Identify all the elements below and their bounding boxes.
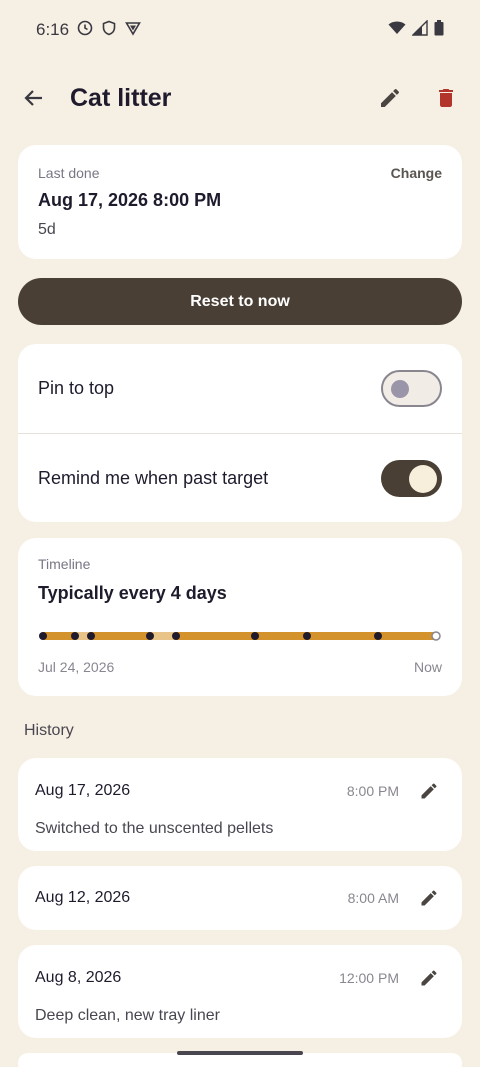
remind-row[interactable]: Remind me when past target xyxy=(18,434,462,523)
remind-switch[interactable] xyxy=(381,460,442,497)
app-bar: Cat litter xyxy=(0,68,480,128)
edit-entry-button[interactable] xyxy=(413,775,445,807)
pencil-icon xyxy=(421,783,437,799)
battery-icon xyxy=(434,19,444,41)
history-time: 12:00 PM xyxy=(339,970,399,986)
timeline-axis: Jul 24, 2026 Now xyxy=(38,659,442,675)
back-button[interactable] xyxy=(18,82,50,114)
timeline-track xyxy=(39,631,441,641)
pin-to-top-row[interactable]: Pin to top xyxy=(18,344,462,433)
wifi-icon xyxy=(388,20,406,41)
timeline-event-dot xyxy=(146,632,154,640)
timeline-event-dot xyxy=(303,632,311,640)
history-time: 8:00 AM xyxy=(347,890,399,906)
edit-entry-button[interactable] xyxy=(413,962,445,994)
shield-icon xyxy=(101,20,117,41)
timeline-event-dot xyxy=(172,632,180,640)
switch-knob xyxy=(409,464,437,493)
alarm-clock-icon xyxy=(77,20,93,41)
timeline-label: Timeline xyxy=(38,556,91,572)
timeline-card: Timeline Typically every 4 days Jul 24, … xyxy=(18,538,462,696)
edit-button[interactable] xyxy=(374,82,406,114)
status-bar: 6:16 xyxy=(0,0,480,60)
reset-to-now-button[interactable]: Reset to now xyxy=(18,278,462,325)
delete-button[interactable] xyxy=(430,82,462,114)
timeline-start-label: Jul 24, 2026 xyxy=(38,659,115,675)
timeline-event-dot xyxy=(87,632,95,640)
arrow-back-icon xyxy=(24,90,42,106)
history-item[interactable]: Aug 12, 2026 8:00 AM xyxy=(18,866,462,930)
last-done-datetime: Aug 17, 2026 8:00 PM xyxy=(38,190,222,210)
history-heading: History xyxy=(24,722,74,739)
change-button[interactable]: Change xyxy=(391,165,442,181)
signal-icon xyxy=(411,18,428,41)
history-item[interactable]: Aug 8, 2026 12:00 PM Deep clean, new tra… xyxy=(18,945,462,1038)
timeline-event-dot xyxy=(251,632,259,640)
trash-icon xyxy=(439,89,453,107)
pencil-icon xyxy=(421,890,437,906)
history-time: 8:00 PM xyxy=(346,783,399,799)
edit-entry-button[interactable] xyxy=(413,882,445,914)
pencil-icon xyxy=(421,970,437,986)
timeline-event-dot xyxy=(374,632,382,640)
pin-to-top-switch[interactable] xyxy=(381,370,442,407)
pencil-icon xyxy=(381,88,400,107)
history-date: Aug 8, 2026 xyxy=(35,969,122,986)
last-done-label: Last done xyxy=(38,165,100,181)
history-item[interactable]: Aug 17, 2026 8:00 PM Switched to the uns… xyxy=(18,758,462,851)
timeline-now-dot xyxy=(431,631,441,641)
home-indicator[interactable] xyxy=(177,1051,303,1055)
page-title: Cat litter xyxy=(70,83,172,112)
history-note: Switched to the unscented pellets xyxy=(35,820,274,837)
timeline-event-dot xyxy=(71,632,79,640)
history-date: Aug 17, 2026 xyxy=(35,782,131,799)
settings-card: Pin to top Remind me when past target xyxy=(18,344,462,522)
pin-to-top-label: Pin to top xyxy=(38,378,115,398)
history-item-partial[interactable] xyxy=(18,1053,462,1067)
history-date: Aug 12, 2026 xyxy=(35,889,131,906)
timeline-summary: Typically every 4 days xyxy=(38,583,227,603)
timeline-end-label: Now xyxy=(413,659,442,675)
status-time: 6:16 xyxy=(36,20,70,39)
switch-knob xyxy=(391,379,409,398)
history-note: Deep clean, new tray liner xyxy=(35,1007,220,1024)
timeline-event-dot xyxy=(39,632,47,640)
remind-label: Remind me when past target xyxy=(38,468,269,488)
elapsed-time: 5d xyxy=(38,221,56,238)
last-done-card: Last done Change Aug 17, 2026 8:00 PM 5d xyxy=(18,145,462,259)
vpn-icon xyxy=(125,20,141,41)
